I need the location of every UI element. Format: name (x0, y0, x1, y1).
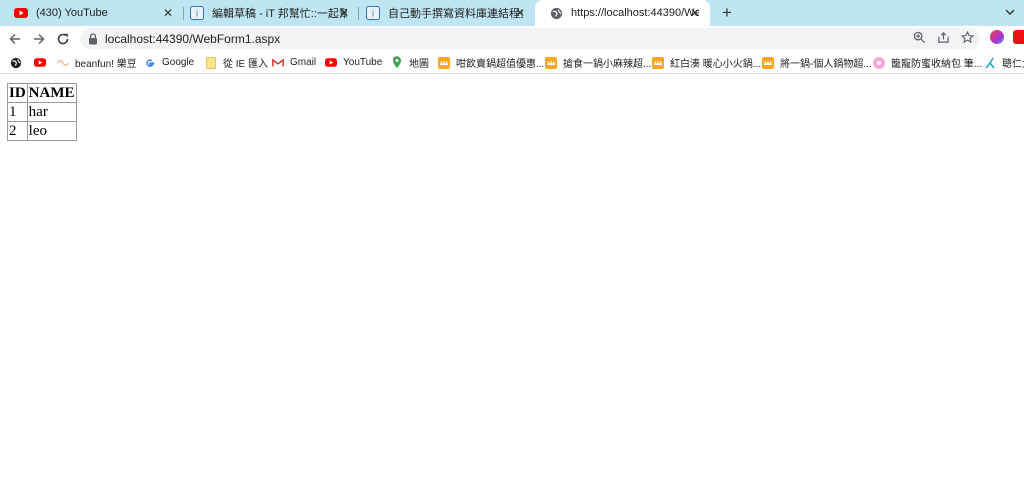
bookmark-item[interactable]: 咁飲賣鍋超值優惠... (438, 55, 544, 70)
svg-text:i: i (196, 10, 199, 20)
bookmark-item[interactable]: 紅白湊 暖心小火鍋... (652, 55, 761, 70)
ribbon-icon (984, 57, 996, 69)
youtube-icon (14, 6, 28, 20)
table-cell-id: 1 (7, 102, 28, 122)
beanfun-icon (57, 57, 69, 69)
tab-title: (430) YouTube (36, 7, 108, 19)
bookmark-item[interactable]: YouTube (325, 55, 382, 70)
youtube-icon (325, 57, 337, 69)
tab-ithome-draft[interactable]: i 編輯草稿 - iT 邦幫忙::一起幫忙解 ✕ (176, 0, 359, 26)
google-icon (144, 57, 156, 69)
table-header-row: ID NAME (7, 83, 77, 103)
close-tab-icon[interactable]: ✕ (688, 6, 702, 20)
shop-icon (438, 56, 450, 69)
url-text: localhost:44390/WebForm1.aspx (105, 31, 281, 46)
table-cell-id: 2 (7, 121, 28, 141)
bookmark-item[interactable]: beanfun! 樂豆 (57, 55, 137, 70)
maps-icon (391, 56, 403, 69)
close-tab-icon[interactable]: ✕ (161, 6, 175, 20)
bookmark-item[interactable]: 從 IE 匯入 (205, 55, 268, 70)
tab-search-icon[interactable] (1004, 5, 1018, 19)
globe-icon (10, 57, 22, 69)
reload-button[interactable] (54, 30, 72, 48)
table-cell-name: leo (26, 121, 77, 141)
share-icon[interactable] (936, 30, 950, 44)
address-bar[interactable]: localhost:44390/WebForm1.aspx (80, 28, 980, 49)
back-button[interactable] (6, 30, 24, 48)
bookmark-item[interactable]: 將一鍋-個人鍋物超... (762, 55, 872, 70)
bookmark-item[interactable]: Google (144, 55, 194, 70)
tab-title: 自己動手撰寫資料庫連結程式(3) (388, 8, 523, 20)
extension-icon[interactable] (990, 30, 1004, 44)
tab-ithome-article[interactable]: i 自己動手撰寫資料庫連結程式(3) ✕ (352, 0, 535, 26)
tab-title: https://localhost:44390/WebFo (571, 7, 699, 19)
data-table: ID NAME 1 har 2 leo (7, 83, 77, 141)
lock-icon[interactable] (88, 32, 98, 45)
browser-toolbar: localhost:44390/WebForm1.aspx (0, 26, 1024, 52)
zoom-icon[interactable] (912, 30, 926, 44)
close-tab-icon[interactable]: ✕ (513, 6, 527, 20)
extension-icon[interactable] (1013, 30, 1024, 44)
bookmark-item[interactable]: 籠寵防蜜收納包 筆... (873, 55, 982, 70)
shop-icon (652, 56, 664, 69)
bookmarks-bar: beanfun! 樂豆 Google 從 IE 匯入 Gmail YouTube… (0, 52, 1024, 74)
table-row: 1 har (7, 102, 77, 122)
shop-icon (762, 56, 774, 69)
bookmark-star-icon[interactable] (960, 30, 974, 44)
forward-button[interactable] (30, 30, 48, 48)
column-header-id: ID (7, 83, 28, 103)
column-header-name: NAME (26, 83, 77, 103)
ithome-icon: i (190, 6, 204, 20)
tab-localhost[interactable]: https://localhost:44390/WebFo ✕ (535, 0, 710, 26)
bookmark-item[interactable]: 聰仁大 (984, 55, 1024, 70)
tab-youtube[interactable]: (430) YouTube ✕ (0, 0, 183, 26)
table-cell-name: har (26, 102, 77, 122)
bookmark-item[interactable]: Gmail (272, 55, 316, 70)
gmail-icon (272, 57, 284, 69)
bookmark-item[interactable] (10, 55, 28, 70)
page-content: ID NAME 1 har 2 leo (0, 74, 1024, 495)
tab-title: 編輯草稿 - iT 邦幫忙::一起幫忙解 (212, 8, 347, 20)
pet-icon (873, 56, 885, 69)
tab-strip: (430) YouTube ✕ i 編輯草稿 - iT 邦幫忙::一起幫忙解 ✕… (0, 0, 1024, 26)
folder-icon (205, 56, 217, 69)
new-tab-button[interactable]: + (718, 4, 736, 22)
close-tab-icon[interactable]: ✕ (337, 6, 351, 20)
youtube-icon (34, 57, 46, 69)
shop-icon (545, 56, 557, 69)
bookmark-item[interactable] (34, 55, 52, 70)
table-row: 2 leo (7, 121, 77, 141)
ithome-icon: i (366, 6, 380, 20)
globe-icon (549, 6, 563, 20)
bookmark-item[interactable]: 搶食一鍋小麻辣超... (545, 55, 651, 70)
bookmark-item[interactable]: 地圖 (391, 55, 429, 70)
svg-text:i: i (372, 10, 375, 20)
